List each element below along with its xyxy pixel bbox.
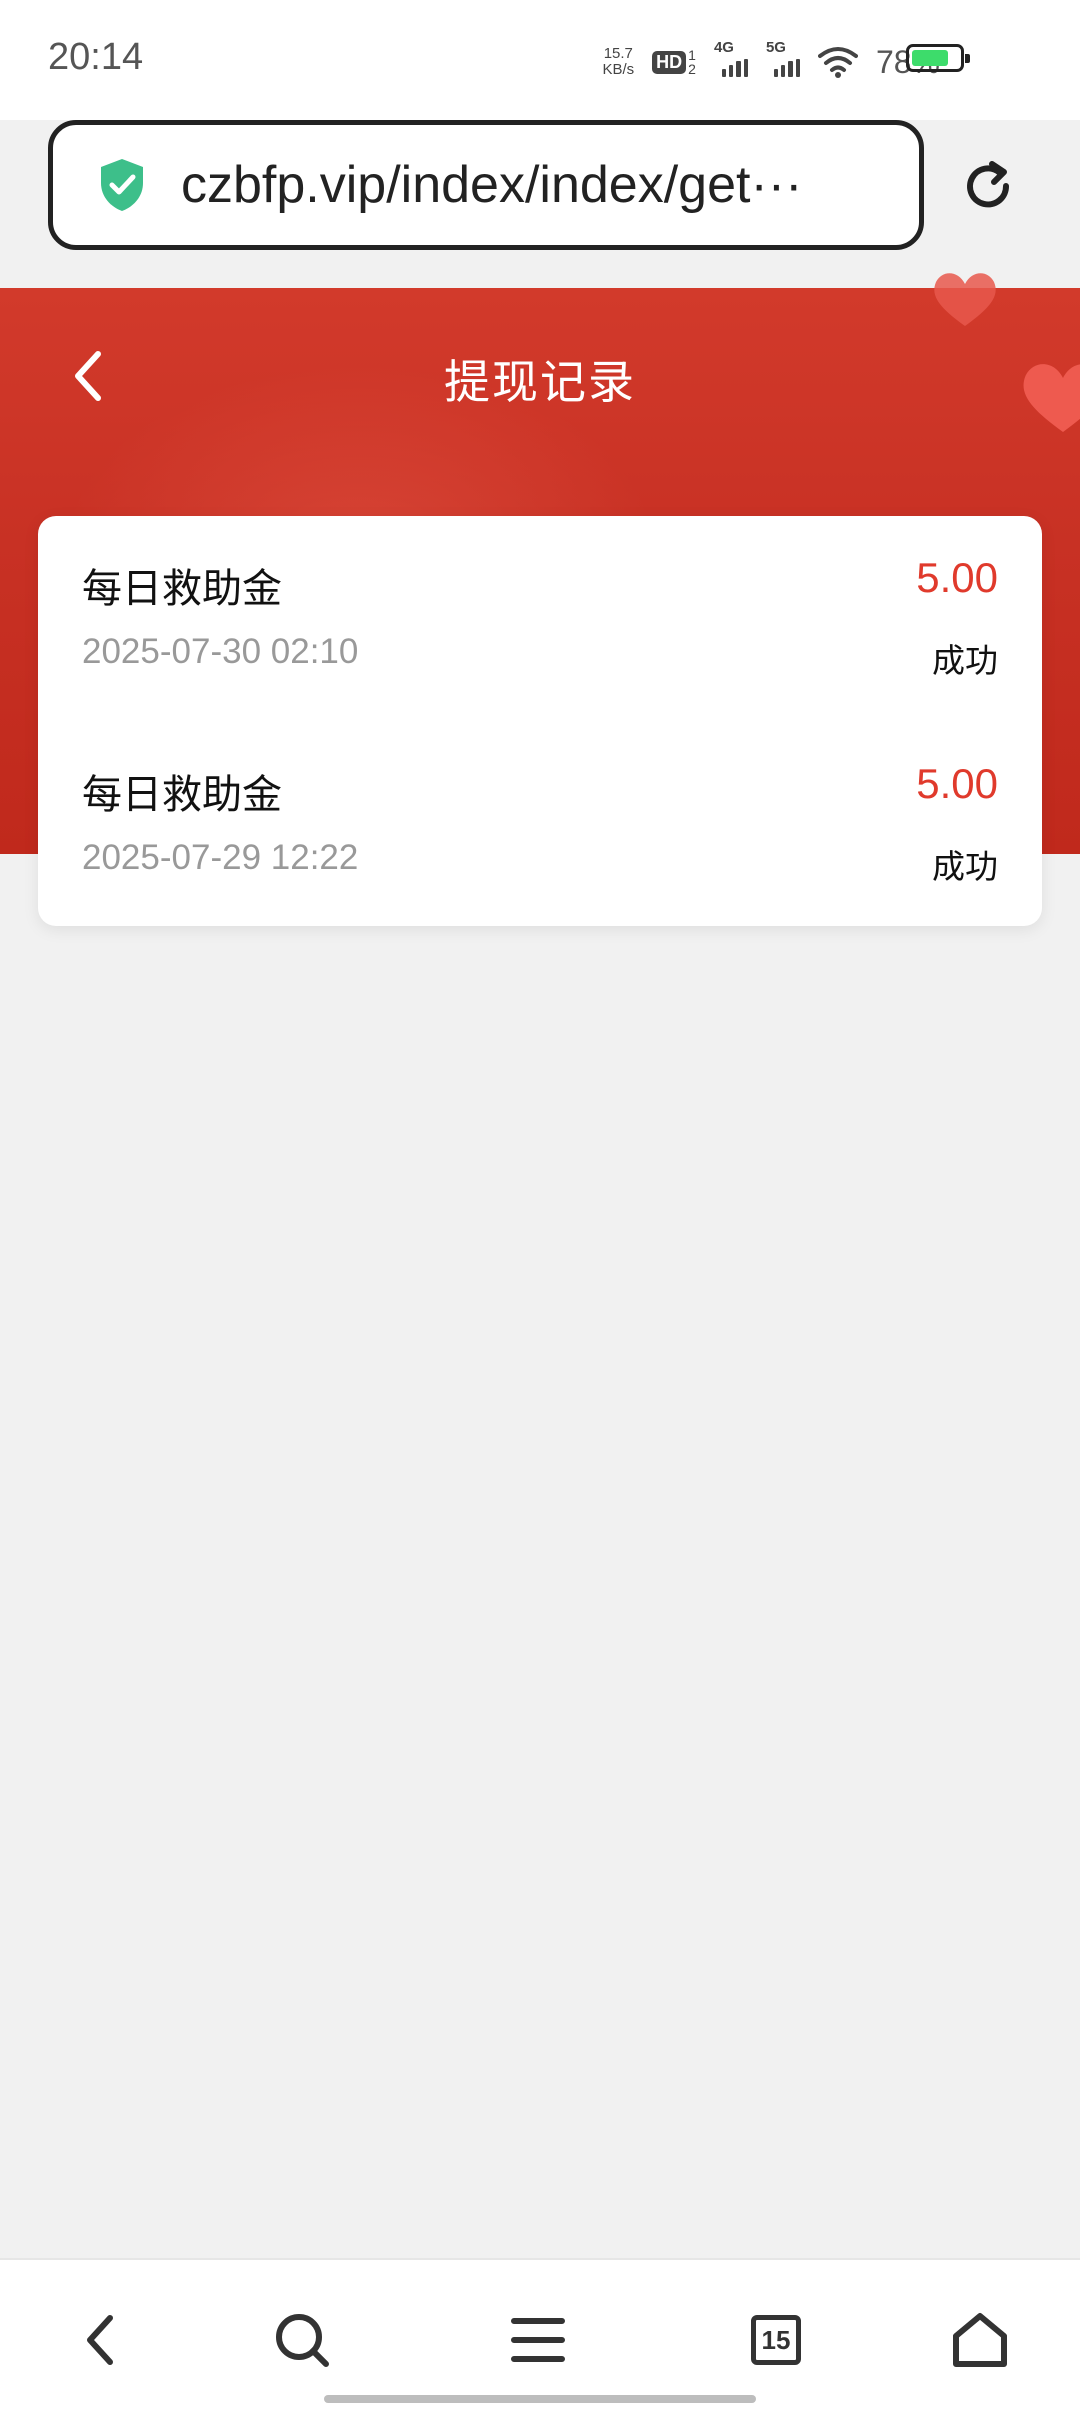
record-status: 成功 [932, 847, 998, 886]
hd-label: HD [652, 50, 687, 74]
record-title: 每日救助金 [82, 772, 282, 818]
back-icon[interactable] [64, 2304, 136, 2376]
battery-fill [912, 50, 948, 66]
record-date: 2025-07-30 02:10 [82, 632, 359, 671]
network-speed-unit: KB/s [602, 61, 635, 78]
list-item[interactable]: 每日救助金 5.00 2025-07-30 02:10 成功 [38, 516, 1042, 716]
signal-5g-label: 5G [765, 39, 786, 56]
network-speed-value: 15.7 [603, 45, 633, 62]
list-item[interactable]: 每日救助金 5.00 2025-07-29 12:22 成功 [38, 722, 1042, 922]
record-amount: 5.00 [916, 760, 998, 807]
status-bar: 20:14 15.7 KB/s HD 1 2 4G 5G 78% [0, 0, 1080, 120]
record-date: 2025-07-29 12:22 [82, 838, 359, 877]
reload-icon[interactable] [958, 156, 1018, 216]
record-status: 成功 [932, 641, 998, 680]
status-time: 20:14 [48, 36, 144, 78]
network-speed: 15.7 KB/s [602, 46, 634, 78]
browser-bottom-nav: 15 [0, 2258, 1080, 2410]
battery-icon [906, 44, 970, 72]
record-amount: 5.00 [916, 554, 998, 601]
signal-4g-icon: 4G [714, 39, 748, 77]
status-icons: 15.7 KB/s HD 1 2 4G 5G 78% [602, 39, 940, 84]
home-indicator[interactable] [324, 2395, 756, 2403]
url-text[interactable]: czbfp.vip/index/index/get··· [181, 155, 802, 215]
wifi-icon [817, 47, 858, 78]
withdrawal-record-list: 每日救助金 5.00 2025-07-30 02:10 成功 每日救助金 5.0… [38, 516, 1042, 926]
search-icon[interactable] [266, 2304, 338, 2376]
page-title: 提现记录 [444, 355, 636, 409]
record-title: 每日救助金 [82, 566, 282, 612]
hd-voice-icon: HD 1 2 [652, 48, 696, 76]
home-icon[interactable] [944, 2304, 1016, 2376]
signal-4g-label: 4G [713, 39, 734, 56]
shield-check-icon [101, 159, 143, 211]
hd-sub: 1 2 [688, 47, 696, 77]
tabs-icon[interactable]: 15 [740, 2304, 812, 2376]
heart-decoration-icon [934, 273, 996, 326]
tab-count: 15 [751, 2315, 801, 2365]
menu-icon[interactable] [502, 2304, 574, 2376]
address-bar[interactable]: czbfp.vip/index/index/get··· [48, 120, 924, 250]
signal-5g-icon: 5G [766, 39, 800, 77]
